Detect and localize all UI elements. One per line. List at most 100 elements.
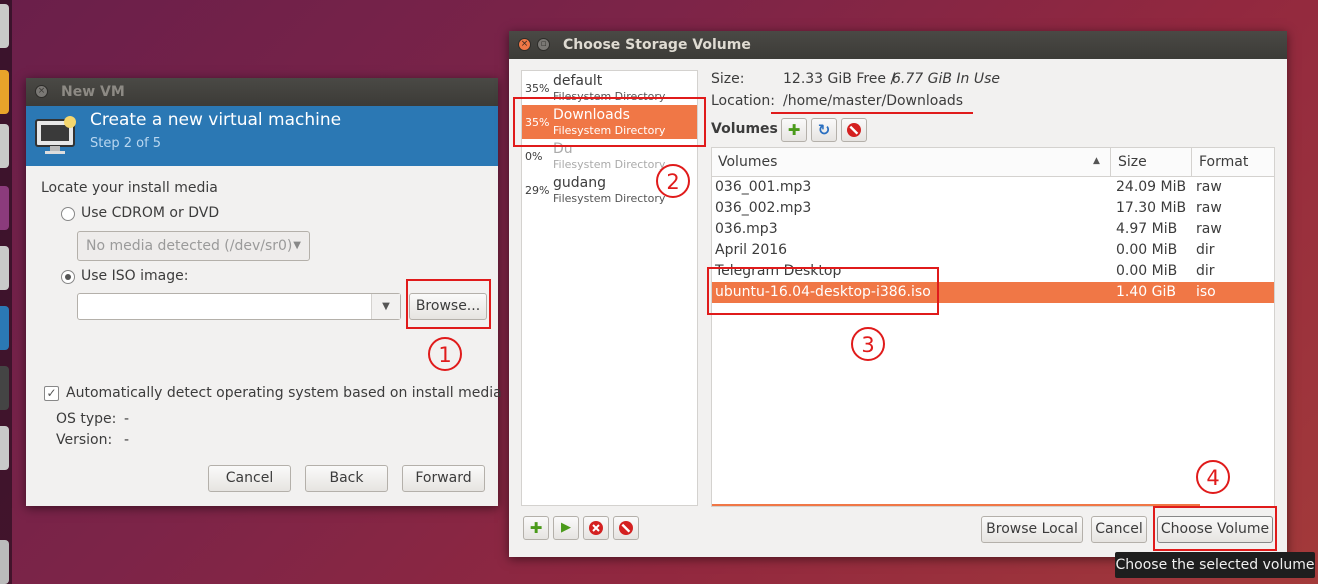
pool-type: Filesystem Directory [553, 124, 666, 137]
pool-item-default[interactable]: 35% default Filesystem Directory [522, 71, 697, 105]
delete-icon[interactable] [841, 118, 867, 142]
volume-size: 0.00 MiB [1116, 263, 1178, 279]
annotation-underline [771, 112, 973, 114]
volume-name: 036.mp3 [715, 221, 778, 237]
launcher-icon[interactable] [0, 186, 9, 230]
volume-format: iso [1196, 284, 1216, 300]
iso-path-combo[interactable]: ▼ [77, 293, 401, 320]
browse-local-button[interactable]: Browse Local [981, 516, 1083, 543]
cdrom-select-value: No media detected (/dev/sr0) [86, 238, 293, 254]
volume-name: 036_001.mp3 [715, 179, 812, 195]
os-type-label: OS type: [56, 411, 117, 427]
launcher-icon[interactable] [0, 70, 9, 114]
stop-icon[interactable] [583, 516, 609, 540]
volume-name: ubuntu-16.04-desktop-i386.iso [715, 284, 931, 300]
volumes-section-label: Volumes [711, 121, 778, 137]
launcher-icon[interactable] [0, 426, 9, 470]
volume-format: dir [1196, 242, 1215, 258]
annotation-number-4: 4 [1196, 460, 1230, 494]
table-row[interactable]: 036.mp3 4.97 MiB raw [712, 219, 1274, 240]
annotation-number-3: 3 [851, 327, 885, 361]
launcher [0, 0, 12, 584]
table-row[interactable]: 036_001.mp3 24.09 MiB raw [712, 177, 1274, 198]
table-row-selected[interactable]: ubuntu-16.04-desktop-i386.iso 1.40 GiB i… [712, 282, 1274, 303]
pool-item-downloads[interactable]: 35% Downloads Filesystem Directory [522, 105, 697, 139]
volume-table[interactable]: Volumes ▲ Size Format 036_001.mp3 24.09 … [711, 147, 1275, 507]
cancel-button[interactable]: Cancel [208, 465, 291, 492]
volume-format: dir [1196, 263, 1215, 279]
delete-pool-icon[interactable] [613, 516, 639, 540]
annotation-number-2: 2 [656, 164, 690, 198]
column-header-format[interactable]: Format [1199, 154, 1248, 170]
add-pool-icon[interactable]: ✚ [523, 516, 549, 540]
launcher-icon[interactable] [0, 306, 9, 350]
volume-format: raw [1196, 200, 1222, 216]
sort-arrow-icon: ▲ [1093, 156, 1100, 166]
volume-size: 4.97 MiB [1116, 221, 1178, 237]
start-icon[interactable]: ▶ [553, 516, 579, 540]
volume-format: raw [1196, 179, 1222, 195]
pool-name: Du [553, 141, 573, 157]
volume-size: 1.40 GiB [1116, 284, 1176, 300]
volume-name: April 2016 [715, 242, 788, 258]
iso-label[interactable]: Use ISO image: [81, 268, 188, 284]
volume-name: Telegram Desktop [715, 263, 842, 279]
pool-usage: 29% [525, 184, 550, 197]
add-icon[interactable]: ✚ [781, 118, 807, 142]
volume-name: 036_002.mp3 [715, 200, 812, 216]
chevron-down-icon[interactable]: ▼ [371, 294, 400, 319]
autodetect-label[interactable]: Automatically detect operating system ba… [66, 385, 502, 401]
launcher-icon[interactable] [0, 540, 9, 584]
wizard-banner: Create a new virtual machine Step 2 of 5 [26, 106, 498, 166]
pool-usage: 35% [525, 82, 550, 95]
cdrom-select: No media detected (/dev/sr0) ▼ [77, 231, 310, 261]
autodetect-checkbox[interactable]: ✓ [44, 386, 59, 401]
close-icon[interactable]: × [35, 85, 48, 98]
window-title: Choose Storage Volume [563, 37, 751, 53]
close-icon[interactable]: × [518, 38, 531, 51]
banner-step: Step 2 of 5 [90, 136, 162, 151]
table-row[interactable]: 036_002.mp3 17.30 MiB raw [712, 198, 1274, 219]
column-header-size[interactable]: Size [1118, 154, 1147, 170]
tooltip: Choose the selected volume [1115, 552, 1315, 578]
launcher-icon[interactable] [0, 4, 9, 48]
launcher-icon[interactable] [0, 124, 9, 168]
window-title: New VM [61, 84, 125, 100]
banner-title: Create a new virtual machine [90, 110, 342, 130]
size-label: Size: [711, 71, 745, 87]
choose-volume-button[interactable]: Choose Volume [1157, 516, 1273, 543]
choose-storage-volume-window: × ▫ Choose Storage Volume 35% default Fi… [509, 31, 1287, 557]
column-header-name[interactable]: Volumes [718, 154, 777, 170]
pool-usage: 35% [525, 116, 550, 129]
volume-format: raw [1196, 221, 1222, 237]
locate-label: Locate your install media [41, 180, 218, 196]
computer-icon [35, 116, 76, 154]
maximize-icon[interactable]: ▫ [537, 38, 550, 51]
volume-size: 17.30 MiB [1116, 200, 1187, 216]
horizontal-scrollbar[interactable] [712, 504, 1200, 506]
table-row[interactable]: Telegram Desktop 0.00 MiB dir [712, 261, 1274, 282]
launcher-icon[interactable] [0, 246, 9, 290]
column-divider [1110, 148, 1111, 176]
cancel-button[interactable]: Cancel [1091, 516, 1147, 543]
browse-button[interactable]: Browse... [409, 293, 487, 320]
pool-type: Filesystem Directory [553, 90, 666, 103]
table-row[interactable]: April 2016 0.00 MiB dir [712, 240, 1274, 261]
pool-list[interactable]: 35% default Filesystem Directory 35% Dow… [521, 70, 698, 506]
cdrom-label[interactable]: Use CDROM or DVD [81, 205, 219, 221]
location-value: /home/master/Downloads [783, 93, 964, 109]
os-type-value: - [124, 411, 130, 427]
version-label: Version: [56, 432, 113, 448]
iso-radio[interactable] [61, 270, 75, 284]
storage-titlebar: × ▫ Choose Storage Volume [509, 31, 1287, 59]
new-vm-titlebar: × New VM [26, 78, 498, 106]
refresh-icon[interactable]: ↻ [811, 118, 837, 142]
back-button[interactable]: Back [305, 465, 388, 492]
pool-name: default [553, 73, 603, 89]
forward-button[interactable]: Forward [402, 465, 485, 492]
annotation-number-1: 1 [428, 337, 462, 371]
cdrom-radio[interactable] [61, 207, 75, 221]
launcher-icon[interactable] [0, 366, 9, 410]
pool-usage: 0% [525, 150, 543, 163]
version-value: - [124, 432, 130, 448]
